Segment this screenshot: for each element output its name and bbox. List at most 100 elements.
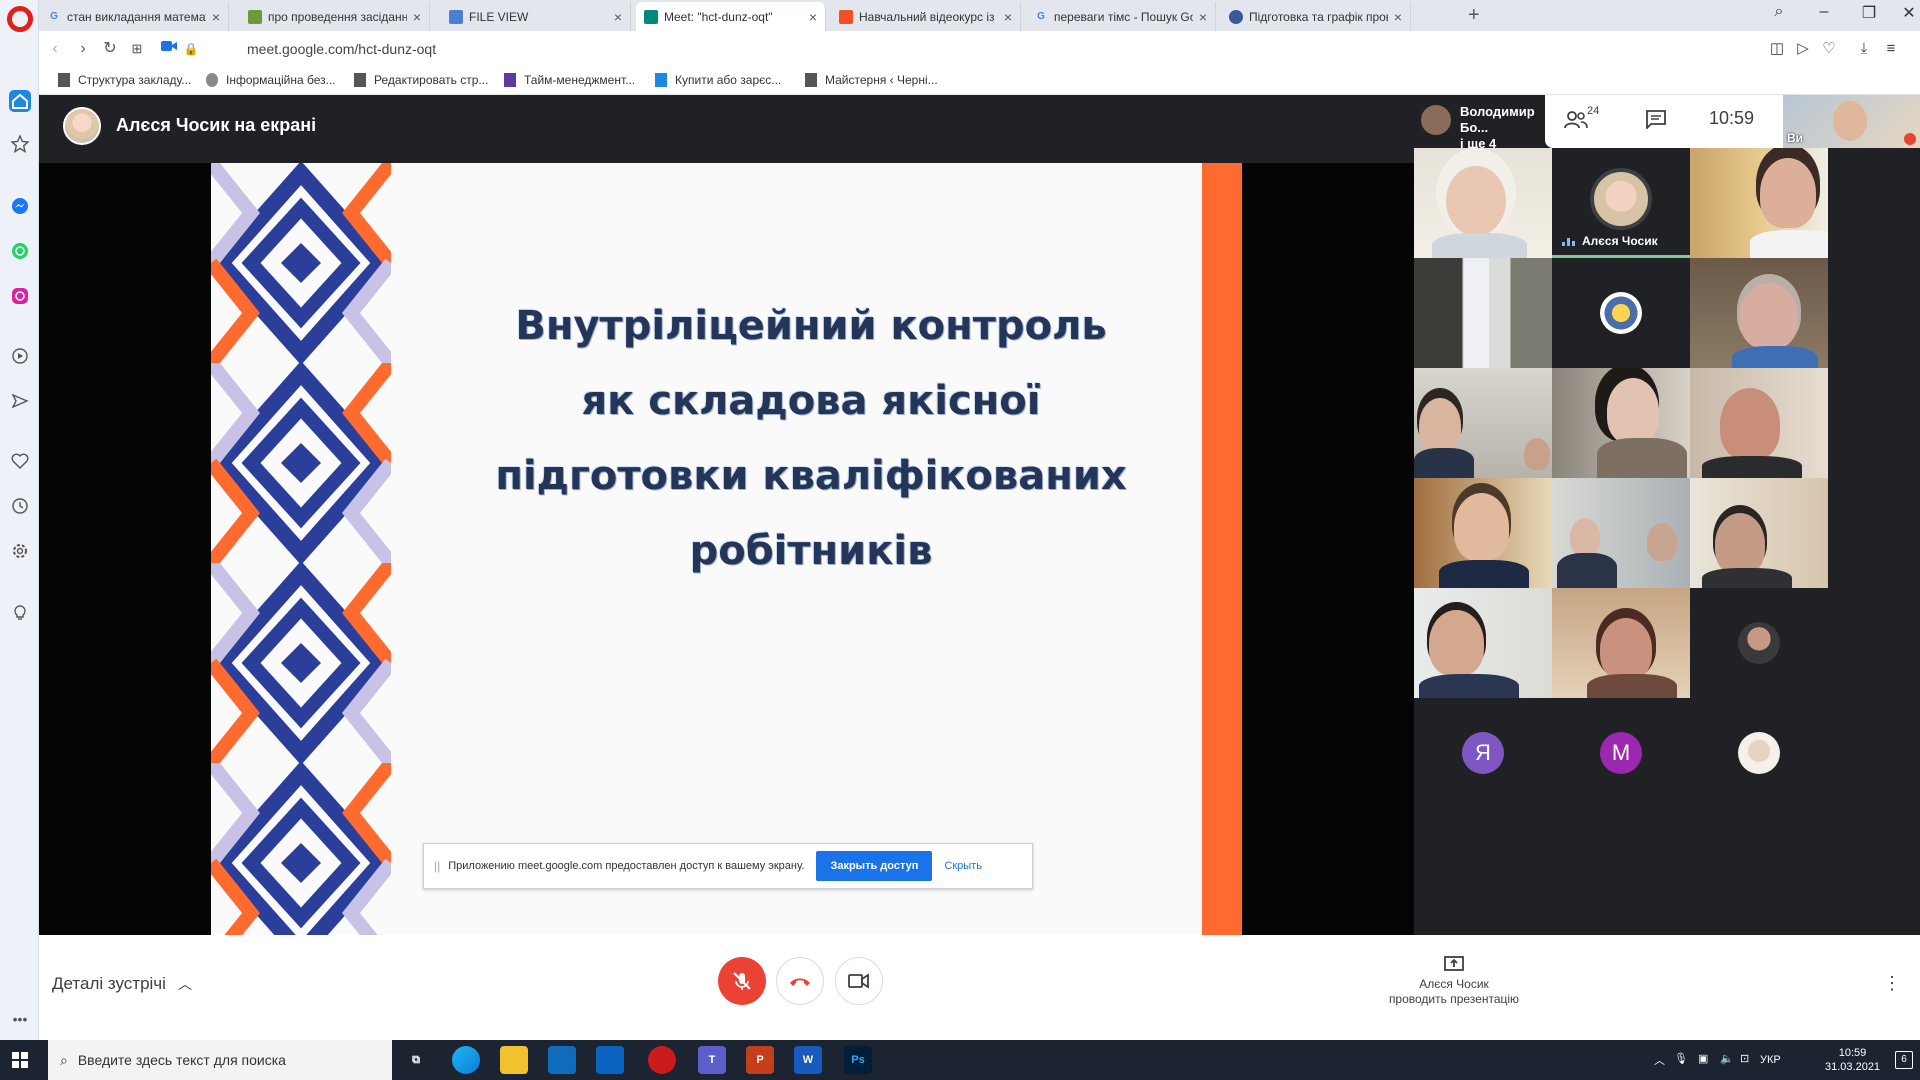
settings-gear-icon[interactable] [9, 540, 31, 562]
participant-tile[interactable] [1690, 258, 1828, 368]
bookmark-item[interactable]: Структура закладу... [58, 73, 191, 87]
people-button[interactable]: 24 [1563, 105, 1607, 133]
participant-tile[interactable] [1414, 258, 1552, 368]
tray-camera-icon[interactable]: ▣ [1698, 1052, 1708, 1065]
hide-notice-link[interactable]: Скрыть [944, 860, 982, 872]
pinned-participant-caption[interactable]: Володимир Бо... і ще 4 [1414, 95, 1544, 151]
tray-clock[interactable]: 10:59 31.03.2021 [1825, 1046, 1880, 1074]
camera-in-use-icon[interactable] [159, 39, 179, 59]
tab-close-icon[interactable]: × [212, 9, 220, 25]
tray-chevron-icon[interactable]: ︿ [1654, 1052, 1665, 1068]
participant-tile[interactable] [1690, 698, 1828, 808]
presenting-status-button[interactable]: Алєся Чосик проводить презентацію [1379, 955, 1529, 1007]
edge-browser-icon[interactable] [452, 1046, 480, 1074]
self-view-tile[interactable]: Ви [1783, 95, 1920, 148]
player-icon[interactable] [9, 345, 31, 367]
participant-tile[interactable] [1414, 148, 1552, 258]
restore-icon[interactable]: ❐ [1854, 3, 1884, 23]
forward-icon[interactable]: › [73, 39, 93, 59]
add-bookmark-heart-icon[interactable]: ♡ [1819, 39, 1839, 59]
tab-close-icon[interactable]: × [809, 9, 817, 25]
bookmark-item[interactable]: Тайм-менеджмент... [504, 73, 635, 87]
tab-close-icon[interactable]: × [614, 9, 622, 25]
send-to-flow-icon[interactable]: ▷ [1793, 39, 1813, 59]
back-icon[interactable]: ‹ [45, 39, 65, 59]
photoshop-icon[interactable]: Ps [844, 1046, 872, 1074]
chat-button[interactable] [1645, 109, 1669, 133]
store-icon[interactable] [548, 1046, 576, 1074]
tab-3-active[interactable]: Meet: "hct-dunz-oqt" × [636, 2, 826, 31]
reload-icon[interactable]: ↻ [100, 39, 120, 59]
bookmark-item[interactable]: Редактировать стр... [354, 73, 488, 87]
participant-tile[interactable]: Я [1414, 698, 1552, 808]
participant-tile[interactable] [1552, 258, 1690, 368]
teams-icon[interactable]: T [698, 1046, 726, 1074]
mail-icon[interactable] [596, 1046, 624, 1074]
participant-tile[interactable] [1552, 588, 1690, 698]
participant-tile[interactable] [1414, 478, 1552, 588]
participant-tile[interactable] [1414, 588, 1552, 698]
speed-dial-icon[interactable] [9, 90, 31, 112]
meeting-details-button[interactable]: Деталі зустрічі ︿ [52, 974, 192, 994]
tab-6[interactable]: Підготовка та графік пров × [1221, 2, 1411, 31]
close-window-icon[interactable]: ✕ [1894, 3, 1920, 23]
participant-tile[interactable] [1690, 478, 1828, 588]
minimize-icon[interactable]: – [1809, 3, 1839, 21]
messenger-icon[interactable] [9, 195, 31, 217]
powerpoint-icon[interactable]: P [746, 1046, 774, 1074]
tray-volume-icon[interactable]: 🔈 [1720, 1052, 1734, 1065]
downloads-icon[interactable]: ⤓ [1854, 39, 1874, 59]
more-options-icon[interactable]: ⋮ [1883, 973, 1901, 994]
microphone-toggle-button[interactable] [718, 957, 766, 1005]
tray-language[interactable]: УКР [1760, 1054, 1781, 1066]
participant-tile[interactable] [1552, 478, 1690, 588]
snapshot-camera-icon[interactable]: ◫ [1767, 39, 1787, 59]
task-view-icon[interactable]: ⧉ [402, 1046, 430, 1074]
stop-sharing-button[interactable]: Закрыть доступ [816, 851, 933, 881]
camera-toggle-button[interactable] [835, 957, 883, 1005]
whatsapp-icon[interactable] [9, 240, 31, 262]
participant-tile[interactable]: М [1552, 698, 1690, 808]
bookmark-item[interactable]: Інформаційна без... [206, 73, 336, 87]
notifications-icon[interactable]: 6 [1895, 1051, 1913, 1069]
history-clock-icon[interactable] [9, 495, 31, 517]
participant-tile-speaking[interactable]: Алєся Чосик [1552, 148, 1690, 258]
taskbar-search-box[interactable]: ⌕ Введите здесь текст для поиска [48, 1040, 392, 1080]
presentation-stage[interactable]: Внутріліцейний контроль як складова якіс… [39, 163, 1414, 935]
opera-logo-icon[interactable] [7, 6, 33, 32]
participant-tile[interactable] [1690, 588, 1828, 698]
new-tab-button[interactable]: + [1468, 4, 1480, 27]
bookmark-item[interactable]: Майстерня ‹ Черні... [805, 73, 938, 87]
tab-5[interactable]: G переваги тімс - Пошук Go × [1026, 2, 1216, 31]
easy-setup-menu-icon[interactable]: ≡ [1881, 39, 1901, 59]
participant-tile[interactable] [1690, 368, 1828, 478]
tab-0[interactable]: G стан викладання математ × [39, 2, 229, 31]
tab-close-icon[interactable]: × [413, 9, 421, 25]
tab-1[interactable]: про проведення засідання × [240, 2, 430, 31]
leave-call-button[interactable] [776, 957, 824, 1005]
lock-icon[interactable]: 🔒 [181, 39, 201, 59]
tips-lightbulb-icon[interactable] [9, 602, 31, 624]
tray-mic-icon[interactable]: 🎙 [1674, 1052, 1688, 1065]
tab-close-icon[interactable]: × [1199, 9, 1207, 25]
participant-tile[interactable] [1690, 148, 1828, 258]
tab-search-icon[interactable]: ⌕ [1764, 3, 1794, 21]
tab-close-icon[interactable]: × [1004, 9, 1012, 25]
bookmark-item[interactable]: Купити або зарєс... [655, 73, 781, 87]
participant-tile[interactable] [1552, 368, 1690, 478]
personal-news-heart-icon[interactable] [9, 450, 31, 472]
tabs-grid-icon[interactable]: ⊞ [127, 39, 147, 59]
participant-tile[interactable] [1414, 368, 1552, 478]
tray-network-icon[interactable]: ⊡ [1740, 1052, 1749, 1065]
drag-grip-icon[interactable]: || [434, 859, 440, 873]
url-field[interactable]: meet.google.com/hct-dunz-oqt [247, 41, 436, 57]
tab-2[interactable]: FILE VIEW × [441, 2, 631, 31]
file-explorer-icon[interactable] [500, 1046, 528, 1074]
bookmarks-star-icon[interactable] [9, 133, 31, 155]
word-icon[interactable]: W [794, 1046, 822, 1074]
windows-start-icon[interactable] [12, 1052, 28, 1068]
sidebar-more-icon[interactable]: ••• [9, 1008, 31, 1030]
instagram-icon[interactable] [9, 285, 31, 307]
tab-close-icon[interactable]: × [1394, 9, 1402, 25]
tab-4[interactable]: Навчальний відеокурс із × [831, 2, 1021, 31]
